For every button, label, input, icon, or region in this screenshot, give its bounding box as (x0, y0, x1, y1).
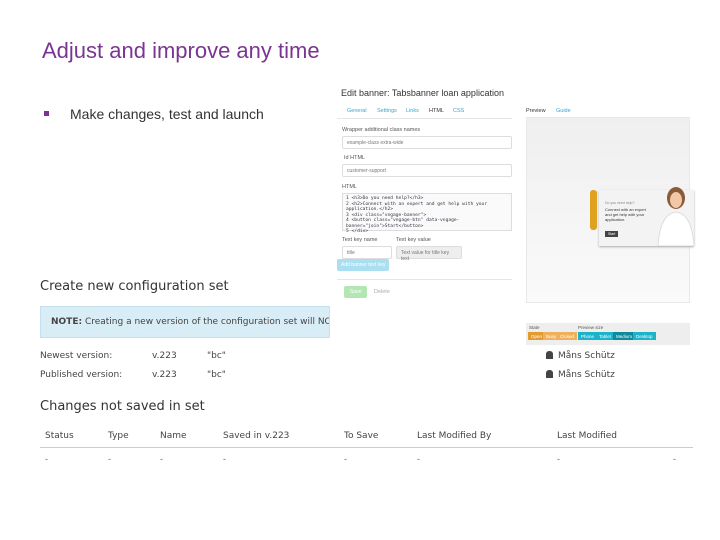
edit-banner-panel: Edit banner: Tabsbanner loan application… (332, 85, 522, 300)
preview-panel: Preview Guide Do you need help? Connect … (520, 97, 694, 345)
user-name: Måns Schütz (558, 370, 615, 380)
state-closed-button[interactable]: Closed (557, 332, 578, 340)
table-cell: - (417, 454, 420, 464)
newest-version-value: v.223 (152, 351, 177, 361)
published-version-label: Published version: (40, 370, 123, 380)
column-name[interactable]: Name (160, 431, 187, 441)
id-label: Id HTML (344, 155, 366, 161)
slide-title: Adjust and improve any time (42, 38, 320, 63)
table-cell: - (557, 454, 560, 464)
note-text: Creating a new version of the configurat… (84, 317, 329, 327)
column-to-save[interactable]: To Save (344, 431, 378, 441)
wrapper-input[interactable]: example-class extra-wide (342, 136, 512, 149)
tab-html[interactable]: HTML (429, 108, 444, 114)
state-label: State (529, 325, 540, 330)
tab-links[interactable]: Links (406, 108, 419, 114)
tab-preview[interactable]: Preview (526, 108, 546, 114)
wrapper-label: Wrapper additional class names (342, 127, 421, 133)
column-saved-in[interactable]: Saved in v.223 (223, 431, 289, 441)
add-key-button[interactable]: Add banner text key (337, 259, 390, 271)
banner-start-button[interactable]: Start (605, 231, 619, 237)
column-type[interactable]: Type (108, 431, 129, 441)
tab-general[interactable]: General (347, 108, 367, 114)
banner-tab-handle[interactable] (590, 190, 597, 230)
tab-settings[interactable]: Settings (377, 108, 397, 114)
table-cell: - (108, 454, 111, 464)
preview-area: Do you need help? Connect with an expert… (526, 117, 694, 303)
save-button[interactable]: Save (344, 286, 368, 298)
support-agent-image (657, 187, 694, 246)
size-medium-button[interactable]: Medium (613, 332, 636, 340)
delete-button[interactable]: Delete (374, 289, 390, 295)
id-input[interactable]: customer-support (342, 164, 512, 177)
changes-title: Changes not saved in set (40, 399, 205, 414)
table-cell: - (673, 454, 676, 464)
newest-version-user: Måns Schütz (546, 351, 615, 361)
column-last-modified-by[interactable]: Last Modified By (417, 431, 491, 441)
column-last-modified[interactable]: Last Modified (557, 431, 617, 441)
table-cell: - (45, 454, 48, 464)
size-desktop-button[interactable]: Desktop (633, 332, 656, 340)
preview-controls: State Preview size Open Busy Closed Phon… (526, 323, 690, 345)
config-title: Create new configuration set (40, 279, 229, 294)
user-icon (546, 370, 553, 378)
tab-guide[interactable]: Guide (556, 108, 571, 114)
table-cell: - (344, 454, 347, 464)
html-code-editor[interactable]: 1 <h3>Do you need help?</h3> 2 <h2>Connec… (342, 193, 512, 234)
published-version-value: v.223 (152, 370, 177, 380)
note-label: NOTE: (51, 317, 83, 327)
user-name: Måns Schütz (558, 351, 615, 361)
table-cell: - (160, 454, 163, 464)
size-tablet-button[interactable]: Tablet (596, 332, 615, 340)
key-name-input[interactable]: title (342, 246, 392, 259)
bullet-icon (44, 111, 49, 116)
banner-text: Connect with an expert and get help with… (605, 207, 646, 222)
tab-css[interactable]: CSS (453, 108, 464, 114)
published-version-name: "bc" (207, 370, 226, 380)
table-cell: - (223, 454, 226, 464)
column-status[interactable]: Status (45, 431, 74, 441)
table-divider (40, 447, 693, 448)
newest-version-label: Newest version: (40, 351, 113, 361)
edit-banner-title: Edit banner: Tabsbanner loan application (341, 88, 504, 98)
key-value-label: Text key value (396, 237, 431, 243)
banner-heading: Do you need help? (605, 201, 635, 205)
bullet-text: Make changes, test and launch (70, 106, 264, 122)
note-box: NOTE: Creating a new version of the conf… (40, 306, 330, 338)
html-label: HTML (342, 184, 357, 190)
key-name-label: Text key name (342, 237, 378, 243)
newest-version-name: "bc" (207, 351, 226, 361)
published-version-user: Måns Schütz (546, 370, 615, 380)
size-phone-button[interactable]: Phone (578, 332, 598, 340)
size-label: Preview size (578, 325, 604, 330)
key-value-input[interactable]: Text value for title key text (396, 246, 462, 262)
user-icon (546, 351, 553, 359)
